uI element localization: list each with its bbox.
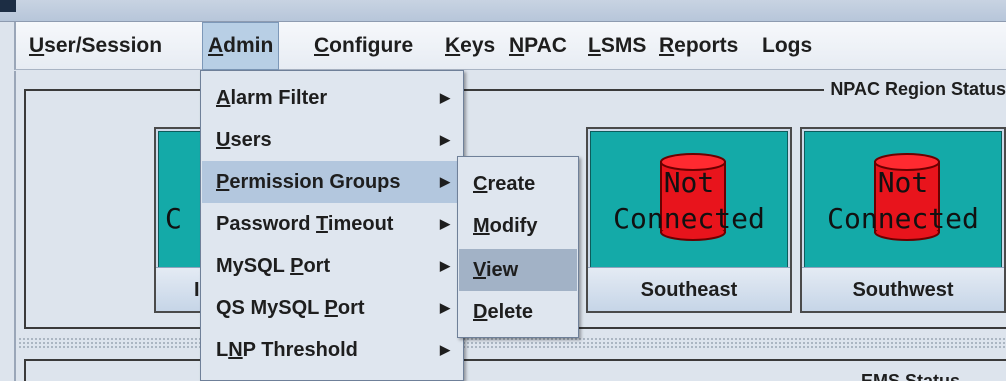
- menu-item-password-timeout[interactable]: Password Timeout ▶: [202, 203, 462, 245]
- menu-user-session[interactable]: User/Session: [24, 22, 167, 70]
- window-title-bar: [0, 0, 1006, 22]
- menu-lsms[interactable]: LSMS: [583, 22, 651, 70]
- region-status-line2: Connected: [827, 202, 979, 235]
- submenu-arrow-icon: ▶: [440, 300, 450, 315]
- region-status-line1: Not: [663, 166, 715, 199]
- menu-item-users[interactable]: Users ▶: [202, 119, 462, 161]
- submenu-arrow-icon: ▶: [440, 132, 450, 147]
- ems-status-title: EMS Status: [854, 371, 966, 381]
- region-status-line1: Not: [877, 166, 929, 199]
- menu-admin[interactable]: Admin: [202, 22, 280, 70]
- submenu-item-delete[interactable]: Delete: [459, 291, 577, 333]
- submenu-arrow-icon: ▶: [440, 216, 450, 231]
- permission-groups-submenu: Create Modify View Delete: [457, 156, 579, 338]
- submenu-item-view[interactable]: View: [459, 249, 577, 291]
- menu-bar: User/Session Admin Configure Keys NPAC L…: [14, 22, 1006, 70]
- submenu-arrow-icon: ▶: [440, 258, 450, 273]
- menu-item-mysql-port[interactable]: MySQL Port ▶: [202, 245, 462, 287]
- menu-logs[interactable]: Logs: [757, 22, 817, 70]
- region-card-southeast[interactable]: Not Connected Southeast: [586, 127, 792, 313]
- menu-item-lnp-threshold[interactable]: LNP Threshold ▶: [202, 329, 462, 371]
- region-card-southwest[interactable]: Not Connected Southwest: [800, 127, 1006, 313]
- region-name-southwest: Southwest: [802, 267, 1004, 311]
- menu-item-alarm-filter[interactable]: Alarm Filter ▶: [202, 77, 462, 119]
- submenu-item-modify[interactable]: Modify: [459, 205, 577, 247]
- menu-reports[interactable]: Reports: [654, 22, 743, 70]
- submenu-arrow-icon: ▶: [440, 174, 450, 189]
- region-status-face: Not Connected: [804, 131, 1002, 269]
- submenu-arrow-icon: ▶: [440, 90, 450, 105]
- menu-configure[interactable]: Configure: [309, 22, 418, 70]
- window-corner: [0, 0, 16, 12]
- region-name-southeast: Southeast: [588, 267, 790, 311]
- admin-dropdown-menu: Alarm Filter ▶ Users ▶ Permission Groups ▶ …: [200, 70, 464, 381]
- menu-keys[interactable]: Keys: [440, 22, 500, 70]
- menu-npac[interactable]: NPAC: [504, 22, 572, 70]
- submenu-arrow-icon: ▶: [440, 342, 450, 357]
- menu-item-permission-groups[interactable]: Permission Groups ▶: [202, 161, 462, 203]
- npac-region-status-title: NPAC Region Status: [824, 79, 1006, 99]
- submenu-item-create[interactable]: Create: [459, 163, 577, 205]
- split-pane-divider[interactable]: [18, 337, 1006, 349]
- menu-item-qs-mysql-port[interactable]: QS MySQL Port ▶: [202, 287, 462, 329]
- region-status-line2: Connected: [613, 202, 765, 235]
- region-status-face: Not Connected: [590, 131, 788, 269]
